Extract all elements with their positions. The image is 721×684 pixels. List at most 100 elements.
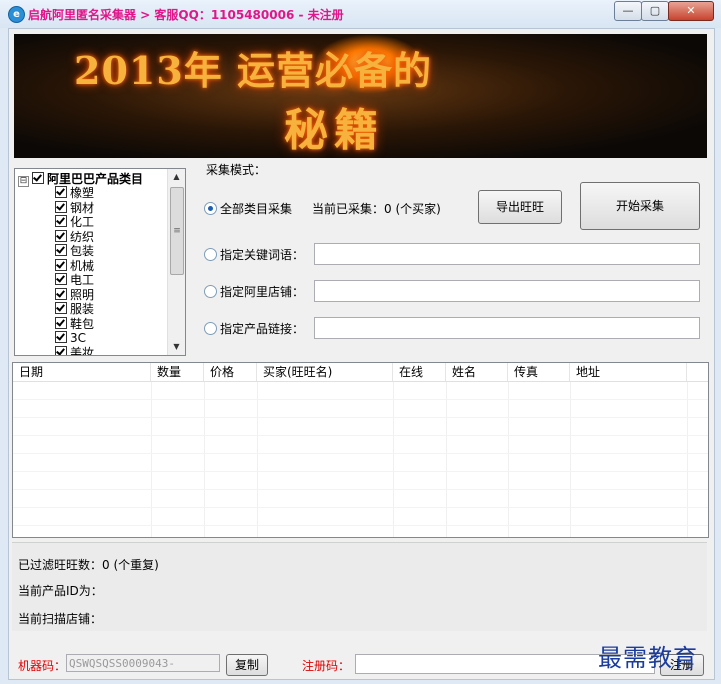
grid-row-line — [13, 507, 708, 508]
tree-item-label: 机械 — [70, 258, 95, 273]
column-header-online[interactable]: 在线 — [393, 363, 446, 381]
tree-item-label: 钢材 — [70, 200, 95, 215]
maximize-button[interactable]: ▢ — [641, 1, 669, 21]
column-header-quantity[interactable]: 数量 — [151, 363, 204, 381]
tree-item[interactable]: 纺织 — [55, 229, 94, 244]
filtered-count-status: 已过滤旺旺数：0 (个重复) — [18, 558, 159, 572]
window-title: 启航阿里匿名采集器 > 客服QQ：1105480006 - 未注册 — [28, 8, 344, 22]
radio-unselected-icon[interactable] — [204, 322, 217, 335]
tree-item[interactable]: 钢材 — [55, 200, 95, 215]
tree-item[interactable]: 照明 — [55, 287, 95, 302]
start-collect-button[interactable]: 开始采集 — [580, 182, 700, 230]
collapse-icon[interactable]: ⊟ — [18, 176, 29, 187]
tree-item[interactable]: 电工 — [55, 273, 94, 287]
keyword-input[interactable] — [314, 243, 700, 265]
collected-count-status: 当前已采集：0 (个买家) — [312, 202, 441, 216]
app-icon: e — [8, 6, 25, 23]
grid-divider — [257, 381, 258, 537]
tree-item[interactable]: 鞋包 — [55, 316, 95, 331]
close-button[interactable]: ✕ — [668, 1, 714, 21]
grid-divider — [151, 381, 152, 537]
radio-selected-icon[interactable] — [204, 202, 217, 215]
radio-unselected-icon[interactable] — [204, 285, 217, 298]
tree-item[interactable]: 服装 — [55, 302, 94, 316]
tree-item-checkbox[interactable] — [55, 186, 67, 198]
minimize-button[interactable]: — — [614, 1, 642, 21]
tree-item-label: 3C — [70, 331, 87, 345]
radio-all-category-label: 全部类目采集 — [220, 202, 293, 216]
column-header-date[interactable]: 日期 — [13, 363, 151, 381]
banner-image: 2013年 运营必备的 秘籍 — [14, 34, 707, 158]
grid-divider — [687, 381, 688, 537]
grid-divider — [393, 381, 394, 537]
column-header-price[interactable]: 价格 — [204, 363, 257, 381]
grid-row-line — [13, 453, 708, 454]
column-header-address[interactable]: 地址 — [570, 363, 687, 381]
grid-row-line — [13, 399, 708, 400]
tree-item-label: 电工 — [70, 273, 95, 287]
grid-row-line — [13, 435, 708, 436]
column-header-fax[interactable]: 传真 — [508, 363, 570, 381]
scroll-up-arrow-icon[interactable]: ▲ — [168, 169, 185, 185]
tree-item-checkbox[interactable] — [55, 229, 67, 242]
tree-root[interactable]: ⊟ 阿里巴巴产品类目 — [18, 172, 144, 187]
tree-item-label: 照明 — [70, 287, 95, 302]
tree-item-label: 鞋包 — [70, 316, 95, 331]
tree-root-checkbox[interactable] — [32, 172, 44, 184]
tree-item-checkbox[interactable] — [55, 316, 67, 329]
machine-code-label: 机器码： — [18, 659, 67, 673]
column-header-buyer[interactable]: 买家(旺旺名) — [257, 363, 393, 381]
grid-row-line — [13, 417, 708, 418]
scroll-thumb[interactable]: ≡ — [170, 187, 184, 275]
tree-item[interactable]: 机械 — [55, 258, 95, 273]
grid-divider — [570, 381, 571, 537]
product-link-input[interactable] — [314, 317, 700, 339]
tree-item-checkbox[interactable] — [55, 302, 67, 314]
radio-shop-label: 指定阿里店铺： — [220, 285, 305, 299]
radio-product-link-label: 指定产品链接： — [220, 322, 305, 336]
tree-item[interactable]: 美妆 — [55, 345, 95, 356]
tree-item-checkbox[interactable] — [55, 244, 67, 256]
watermark-logo: 最需教育 — [598, 644, 698, 672]
current-shop-status: 当前扫描店铺： — [18, 612, 103, 626]
results-table[interactable]: 日期 数量 价格 买家(旺旺名) 在线 姓名 传真 地址 — [12, 362, 709, 538]
machine-code-field: QSWQSQSS0009043- — [66, 654, 220, 672]
export-wangwang-button[interactable]: 导出旺旺 — [478, 190, 562, 224]
grid-divider — [204, 381, 205, 537]
grid-header-divider — [13, 381, 708, 382]
tree-scrollbar[interactable]: ▲ ≡ ▼ — [167, 169, 185, 355]
column-header-name[interactable]: 姓名 — [446, 363, 508, 381]
tree-item-label: 美妆 — [70, 345, 95, 356]
radio-keyword[interactable]: 指定关键词语： — [204, 246, 304, 263]
tree-item-checkbox[interactable] — [55, 287, 67, 300]
shop-input[interactable] — [314, 280, 700, 302]
copy-button[interactable]: 复制 — [226, 654, 268, 676]
radio-product-link[interactable]: 指定产品链接： — [204, 320, 304, 337]
tree-item-label: 橡塑 — [70, 186, 95, 200]
reg-code-label: 注册码： — [302, 659, 351, 673]
tree-item-label: 包装 — [70, 244, 95, 258]
grid-row-line — [13, 489, 708, 490]
tree-item-checkbox[interactable] — [55, 273, 67, 285]
radio-all-category[interactable]: 全部类目采集 — [204, 200, 292, 217]
tree-root-label: 阿里巴巴产品类目 — [47, 172, 144, 186]
tree-item[interactable]: 化工 — [55, 215, 94, 229]
tree-item-checkbox[interactable] — [55, 331, 67, 343]
grid-divider — [508, 381, 509, 537]
radio-shop[interactable]: 指定阿里店铺： — [204, 283, 304, 300]
tree-item-checkbox[interactable] — [55, 258, 67, 271]
radio-keyword-label: 指定关键词语： — [220, 248, 305, 262]
tree-item-checkbox[interactable] — [55, 200, 67, 213]
grid-row-line — [13, 525, 708, 526]
tree-item[interactable]: 3C — [55, 331, 86, 345]
category-tree[interactable]: ⊟ 阿里巴巴产品类目 橡塑 钢材 化工 纺织 包装 机械 电工 照明 服装 鞋包 … — [14, 168, 186, 356]
radio-unselected-icon[interactable] — [204, 248, 217, 261]
collection-mode-label: 采集模式： — [204, 161, 269, 178]
tree-item-checkbox[interactable] — [55, 345, 67, 355]
scroll-down-arrow-icon[interactable]: ▼ — [168, 339, 185, 355]
banner-headline: 2013年 运营必备的 — [74, 48, 432, 93]
tree-item-checkbox[interactable] — [55, 215, 67, 227]
tree-item[interactable]: 包装 — [55, 244, 94, 258]
tree-item[interactable]: 橡塑 — [55, 186, 94, 200]
grid-divider — [446, 381, 447, 537]
